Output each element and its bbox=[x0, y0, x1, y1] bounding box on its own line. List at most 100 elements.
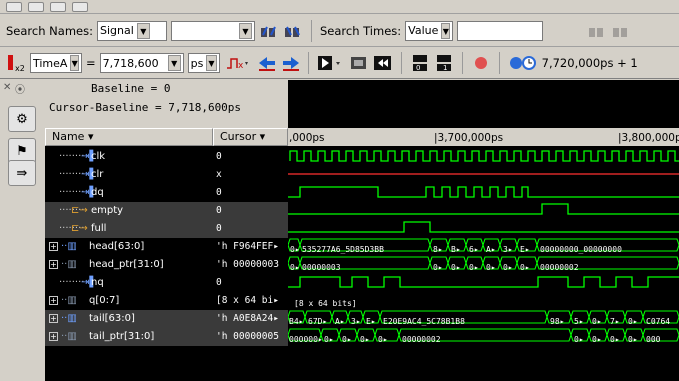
time-marker-select[interactable]: TimeA ▼ bbox=[30, 53, 82, 73]
signal-row[interactable]: + ··▥ head[63:0] bbox=[45, 238, 213, 256]
arrow-left-icon[interactable] bbox=[256, 53, 276, 73]
search-times-type-select[interactable]: Value ▼ bbox=[405, 20, 454, 41]
chevron-down-icon: ▾ bbox=[259, 130, 266, 143]
signal-row[interactable]: ········ ⊏→ full bbox=[45, 220, 213, 238]
bus-value: 3▸ bbox=[351, 317, 361, 326]
expand-icon[interactable]: + bbox=[49, 238, 58, 256]
bus-value: 8▸ bbox=[433, 245, 443, 254]
bus-value: 0▸ bbox=[592, 335, 602, 344]
signal-name: tail[63:0] bbox=[89, 313, 135, 324]
expand-icon[interactable]: + bbox=[49, 292, 58, 310]
bus-value: B4▸ bbox=[289, 317, 303, 326]
bus-value: 98▸ bbox=[550, 317, 564, 326]
close-icon[interactable]: ✕ bbox=[3, 82, 11, 93]
record-icon[interactable] bbox=[471, 53, 491, 73]
signal-name: head[63:0] bbox=[89, 241, 145, 252]
stop-icon[interactable] bbox=[349, 53, 369, 73]
signal-name: q[0:7] bbox=[89, 295, 120, 306]
rewind-icon[interactable] bbox=[373, 53, 393, 73]
search-times-prev-icon[interactable] bbox=[587, 21, 607, 41]
time-marker-value: TimeA bbox=[33, 56, 68, 70]
chevron-down-icon: ▼ bbox=[136, 22, 150, 39]
cursor-value: 0 bbox=[216, 277, 222, 288]
search-names-type-select[interactable]: Signal ▼ bbox=[96, 20, 167, 41]
signal-row[interactable]: ········ ⇥▌ nq bbox=[45, 274, 213, 292]
expand-icon[interactable]: + bbox=[49, 256, 58, 274]
signal-row[interactable]: ········ ⊏→ empty bbox=[45, 202, 213, 220]
toolbar-icon[interactable] bbox=[28, 1, 44, 12]
cursor-tool-icon[interactable]: ⚙ bbox=[8, 106, 36, 132]
cursor-value: [8 x 64 bi▸ bbox=[216, 295, 279, 306]
clock-icon[interactable] bbox=[508, 53, 538, 73]
cursor-time-readout: 7,720,000ps + 1 bbox=[541, 56, 638, 70]
bus-value: 00000002 bbox=[540, 263, 579, 272]
toolbar-icon[interactable] bbox=[50, 1, 66, 12]
left-tool-column: ✕ ⦿ ⚙ ⚑ ⇛ bbox=[0, 80, 45, 381]
bus-value: 67D▸ bbox=[308, 317, 327, 326]
signal-name: tail_ptr[31:0] bbox=[89, 331, 155, 342]
cursor-value: 0 bbox=[216, 187, 222, 198]
bus-value: 0▸ bbox=[503, 263, 513, 272]
expand-icon[interactable]: + bbox=[49, 328, 58, 346]
cursor-value: 0 bbox=[216, 151, 222, 162]
bus-value: 0▸ bbox=[469, 263, 479, 272]
bus-value: 535277A6_5D85D3BB bbox=[302, 245, 384, 254]
signal-row[interactable]: + ··▥ head_ptr[31:0] bbox=[45, 256, 213, 274]
step-back-icon[interactable]: 0 bbox=[410, 53, 430, 73]
signal-row[interactable]: + ··▥ q[0:7] bbox=[45, 292, 213, 310]
svg-text:0: 0 bbox=[416, 64, 420, 72]
signal-row[interactable]: + ··▥ tail[63:0] bbox=[45, 310, 213, 328]
waveform-area[interactable]: ,000ps |3,700,000ps |3,800,000p 0▸ 53527… bbox=[288, 80, 679, 381]
search-times-input[interactable] bbox=[457, 20, 544, 41]
bus-value: 0▸ bbox=[628, 335, 638, 344]
trace-icon[interactable]: ⇛ bbox=[8, 160, 36, 186]
cursor-value: 'h F964FEF▸ bbox=[216, 241, 279, 252]
step-forward-icon[interactable]: 1 bbox=[434, 53, 454, 73]
bus-value: 3▸ bbox=[503, 245, 513, 254]
signal-name: dq bbox=[91, 187, 104, 198]
search-names-input[interactable]: ▼ bbox=[170, 20, 255, 41]
search-names-type-value: Signal bbox=[99, 24, 134, 37]
search-times-next-icon[interactable] bbox=[611, 21, 631, 41]
expand-icon[interactable]: + bbox=[49, 310, 58, 328]
signal-name: head_ptr[31:0] bbox=[89, 259, 164, 270]
bus-value: 0▸ bbox=[520, 263, 530, 272]
bus-value: 00000002 bbox=[402, 335, 441, 344]
column-headers: Name ▾ Cursor ▾ bbox=[45, 128, 288, 146]
bus-value: C0764 bbox=[646, 317, 670, 326]
bus-value: 5▸ bbox=[574, 317, 584, 326]
signal-name: full bbox=[91, 223, 107, 234]
name-header-label: Name bbox=[52, 130, 85, 143]
cursor-value: 'h 00000003 bbox=[216, 259, 279, 270]
equals-label: = bbox=[86, 56, 96, 70]
waveform-canvas[interactable]: ,000ps |3,700,000ps |3,800,000p 0▸ 53527… bbox=[288, 80, 679, 381]
bus-value: 0▸ bbox=[451, 263, 461, 272]
bus-value: E20E9AC4_5C78B1B8 bbox=[383, 317, 465, 326]
time-value-input[interactable]: 7,718,600 ▼ bbox=[99, 53, 184, 73]
arrow-right-icon[interactable] bbox=[280, 53, 300, 73]
bus-value: 00000000_00000000 bbox=[540, 245, 622, 254]
cursor-baseline-text: Cursor-Baseline = 7,718,600ps bbox=[49, 101, 242, 114]
tail-bus-trace bbox=[288, 310, 679, 324]
search-prev-icon[interactable] bbox=[259, 21, 279, 41]
signal-row[interactable]: ········ ⇥▌ clr bbox=[45, 166, 213, 184]
bus-value: 0▸ bbox=[433, 263, 443, 272]
time-unit-select[interactable]: ps ▼ bbox=[187, 53, 220, 73]
signal-name: nq bbox=[91, 277, 104, 288]
toolbar-icon[interactable] bbox=[72, 1, 88, 12]
dq-trace bbox=[288, 186, 679, 198]
bus-value: 0▸ bbox=[324, 335, 334, 344]
expand-icon[interactable]: ⦿ bbox=[15, 81, 25, 96]
signal-row[interactable]: ········ ⇥▌ clk bbox=[45, 148, 213, 166]
signal-row[interactable]: ········ ⇥▌ dq bbox=[45, 184, 213, 202]
signal-row[interactable]: + ··▥ tail_ptr[31:0] bbox=[45, 328, 213, 346]
toolbar-icon[interactable] bbox=[6, 1, 22, 12]
bus-value: 0▸ bbox=[486, 263, 496, 272]
head-ptr-bus-trace bbox=[288, 256, 679, 270]
search-next-icon[interactable] bbox=[283, 21, 303, 41]
waveform-edit-icon[interactable]: x bbox=[224, 53, 252, 73]
cursor-column-header[interactable]: Cursor ▾ bbox=[213, 128, 288, 146]
name-column-header[interactable]: Name ▾ bbox=[45, 128, 213, 146]
play-icon[interactable] bbox=[317, 53, 345, 73]
bus-value: 00000003 bbox=[302, 263, 341, 272]
